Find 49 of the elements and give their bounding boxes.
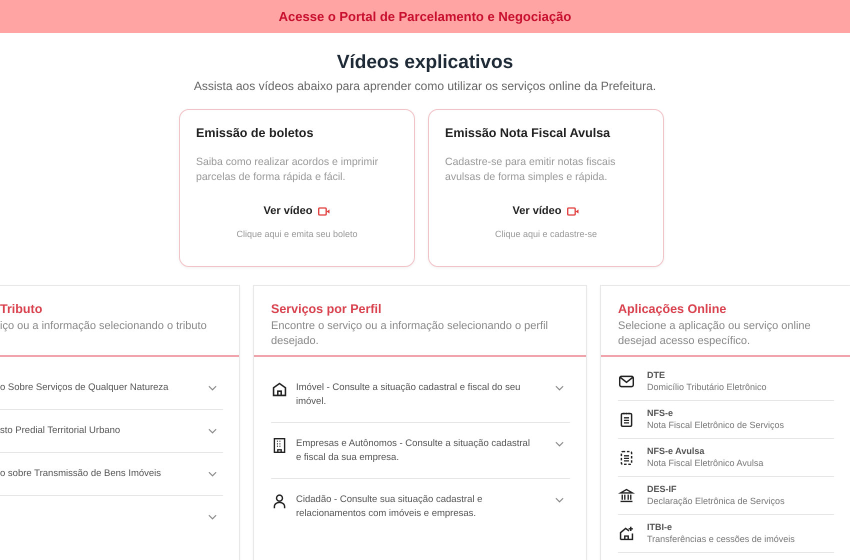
chevron-down-icon[interactable] bbox=[555, 385, 564, 391]
app-description: Nota Fiscal Eletrônico Avulsa bbox=[647, 458, 764, 468]
app-name[interactable]: NFS-e bbox=[647, 408, 784, 418]
watch-video-link[interactable]: Ver vídeo bbox=[264, 205, 312, 217]
bank-icon bbox=[618, 486, 635, 504]
panel-title: Serviços por Perfil bbox=[271, 302, 382, 316]
app-description: Transferências e cessões de imóveis bbox=[647, 534, 795, 544]
accordion-item[interactable]: o sobre Transmissão de Bens Imóveis bbox=[0, 467, 190, 481]
accordion-item[interactable]: Imóvel - Consulte a situação cadastral e fiscal do seu imóvel. bbox=[296, 381, 537, 409]
house-plus-icon bbox=[618, 524, 635, 542]
section-title: Vídeos explicativos bbox=[336, 52, 514, 74]
panel-title: Aplicações Online bbox=[618, 302, 728, 316]
chevron-down-icon[interactable] bbox=[208, 471, 217, 477]
app-name[interactable]: DES-IF bbox=[647, 484, 785, 494]
chevron-down-icon[interactable] bbox=[208, 428, 217, 434]
card-hint: Clique aqui e emita seu boleto bbox=[235, 229, 359, 239]
watch-video-link[interactable]: Ver vídeo bbox=[512, 205, 562, 217]
app-name[interactable]: NFS-e Avulsa bbox=[647, 446, 764, 456]
envelope-icon bbox=[618, 372, 635, 390]
app-name[interactable]: ITBI-e bbox=[647, 522, 795, 532]
chevron-down-icon[interactable] bbox=[555, 441, 564, 447]
card-title: Emissão de boletos bbox=[196, 126, 314, 140]
dashed-document-icon bbox=[618, 448, 635, 466]
house-icon bbox=[271, 381, 288, 398]
app-description: Nota Fiscal Eletrônico de Serviços bbox=[647, 420, 784, 430]
accordion-item[interactable]: sto Predial Territorial Urbano bbox=[0, 424, 190, 438]
chevron-down-icon[interactable] bbox=[208, 385, 217, 391]
section-subtitle: Assista aos vídeos abaixo para aprender como utilizar os serviços online da Prefeitura. bbox=[192, 79, 658, 93]
document-icon bbox=[618, 410, 635, 428]
app-description: Declaração Eletrônica de Serviços bbox=[647, 496, 785, 506]
panel-title: Tributo bbox=[0, 302, 44, 316]
accordion-item[interactable]: Cidadão - Consulte sua situação cadastral e relacionamentos com imóveis e empresas. bbox=[296, 493, 537, 521]
chevron-down-icon[interactable] bbox=[208, 514, 217, 520]
panel-subtitle: Encontre o serviço ou a informação selecionando o perfil desejado. bbox=[271, 319, 549, 349]
card-description: Cadastre-se para emitir notas fiscais avulsas de forma simples e rápida. bbox=[445, 155, 616, 185]
accordion-item[interactable]: o Sobre Serviços de Qualquer Natureza bbox=[0, 381, 190, 395]
app-name[interactable]: DTE bbox=[647, 370, 767, 380]
card-title: Emissão Nota Fiscal Avulsa bbox=[445, 126, 612, 140]
person-icon bbox=[271, 493, 288, 510]
video-camera-icon bbox=[567, 206, 580, 216]
panel-subtitle: Selecione a aplicação ou serviço online desejad acesso específico. bbox=[618, 319, 812, 349]
card-description: Saiba como realizar acordos e imprimir parcelas de forma rápida e fácil. bbox=[196, 155, 380, 185]
building-icon bbox=[271, 437, 288, 454]
panel-subtitle: iço ou a informação selecionando o tributo bbox=[0, 319, 208, 334]
video-camera-icon bbox=[318, 206, 330, 216]
accordion-item[interactable]: Empresas e Autônomos - Consulte a situação cadastral e fiscal da sua empresa. bbox=[296, 437, 537, 465]
app-description: Domicílio Tributário Eletrônico bbox=[647, 382, 767, 392]
card-hint: Clique aqui e cadastre-se bbox=[494, 229, 598, 239]
chevron-down-icon[interactable] bbox=[555, 497, 564, 503]
